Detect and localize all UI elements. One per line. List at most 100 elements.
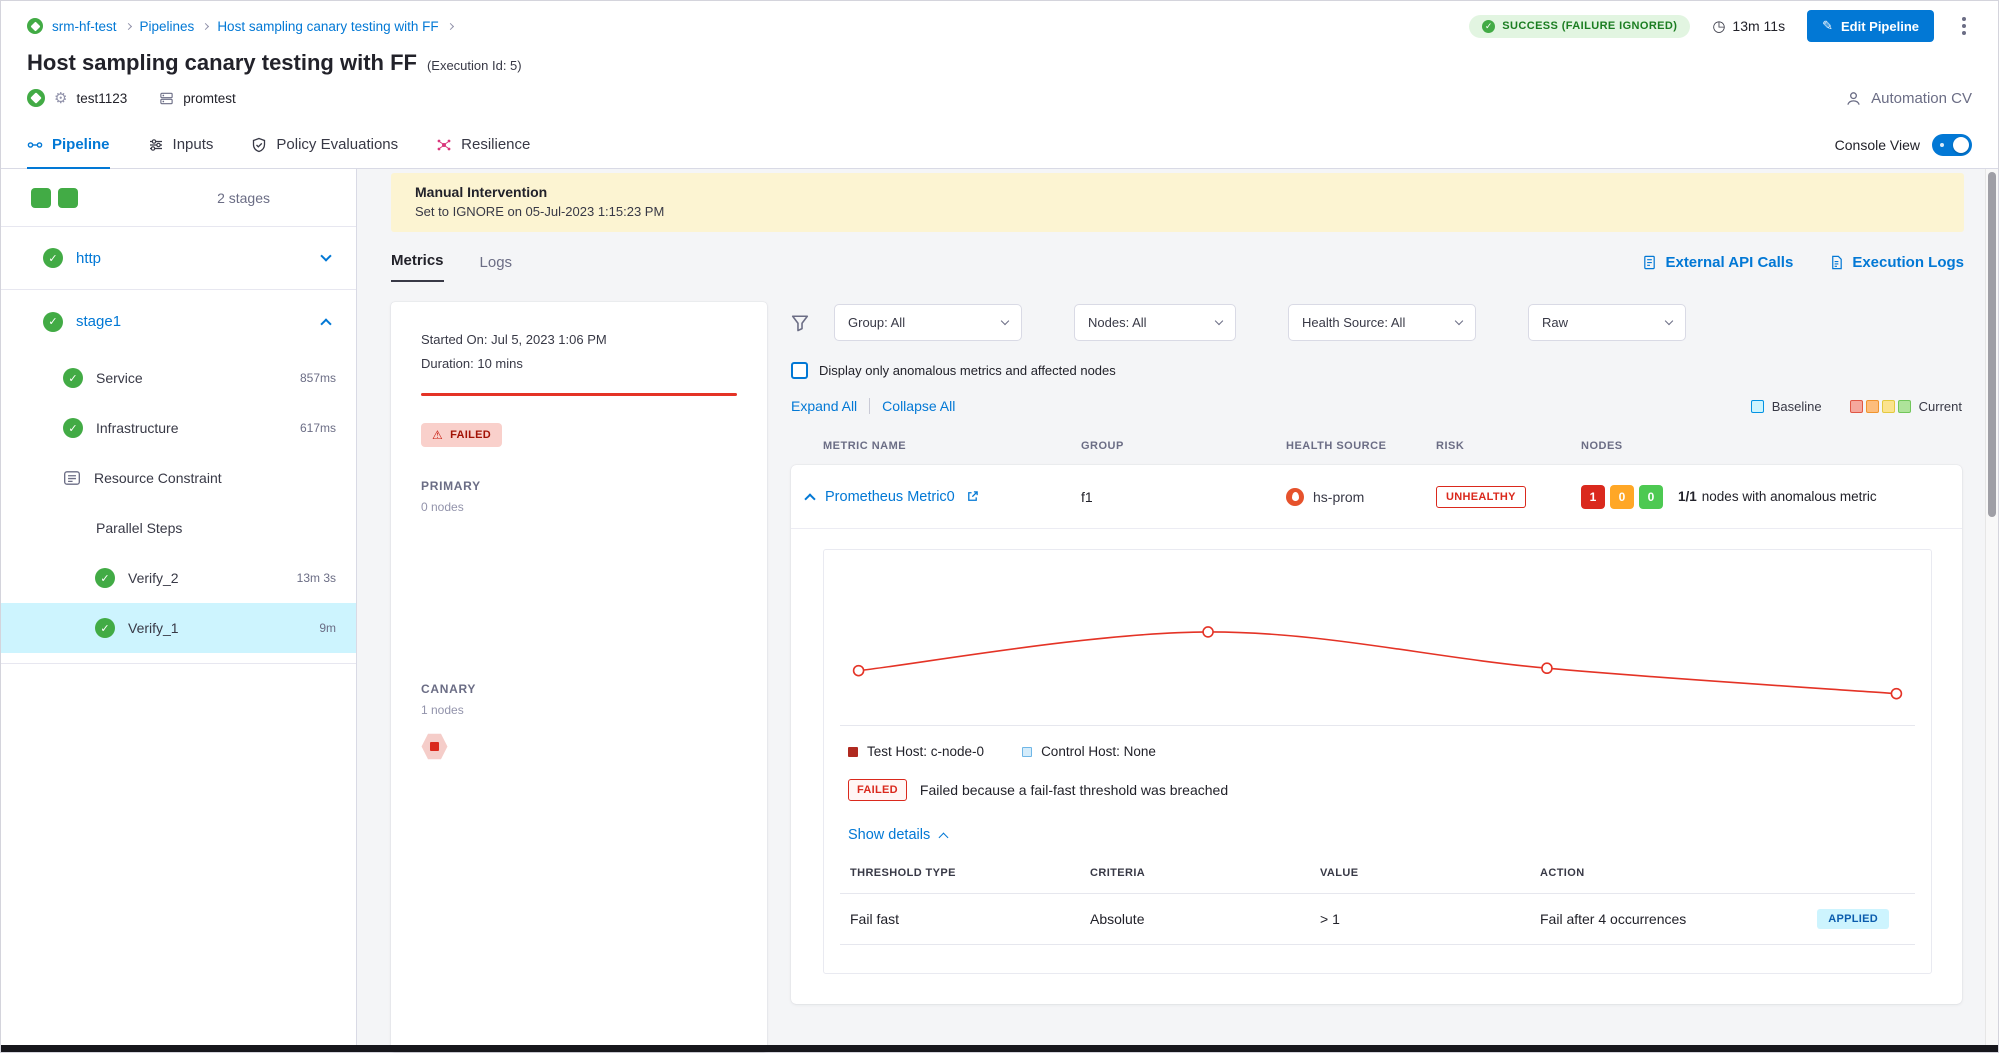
collapse-metric-icon[interactable] [804, 493, 815, 504]
value-cell: > 1 [1320, 911, 1540, 927]
anomalous-filter-row: Display only anomalous metrics and affec… [791, 362, 1962, 379]
anomalous-checkbox[interactable] [791, 362, 808, 379]
sidebar-step-parallel-steps[interactable]: Parallel Steps [1, 503, 356, 553]
expand-all-link[interactable]: Expand All [791, 398, 857, 414]
col-health-source: HEALTH SOURCE [1286, 440, 1436, 452]
chevron-up-icon[interactable] [320, 318, 331, 329]
prometheus-health-source-icon [1286, 488, 1304, 506]
tab-logs[interactable]: Logs [480, 254, 513, 282]
user-name: Automation CV [1871, 90, 1972, 107]
status-badge: ✓ SUCCESS (FAILURE IGNORED) [1469, 15, 1690, 38]
chevron-down-icon [1455, 317, 1463, 325]
breadcrumb-separator-icon [447, 22, 454, 29]
success-check-icon: ✓ [43, 248, 63, 268]
criteria-cell: Absolute [1090, 911, 1320, 927]
step-label: Resource Constraint [94, 470, 222, 486]
sidebar-step-infrastructure[interactable]: ✓ Infrastructure 617ms [1, 403, 356, 453]
content-body: Started On: Jul 5, 2023 1:06 PM Duration… [391, 302, 1962, 1052]
more-options-icon[interactable] [1956, 13, 1972, 39]
breadcrumb-pipeline-link[interactable]: Host sampling canary testing with FF [217, 19, 438, 34]
node-count-red[interactable]: 1 [1581, 485, 1605, 509]
nodes-filter-select[interactable]: Nodes: All [1074, 304, 1236, 341]
filter-row: Group: All Nodes: All Health Source: All… [791, 304, 1962, 341]
user-icon [1845, 90, 1862, 107]
canary-node-count: 1 nodes [421, 703, 737, 717]
breadcrumb-separator-icon [124, 22, 131, 29]
test-host-label: Test Host: c-node-0 [867, 744, 984, 759]
execution-id: (Execution Id: 5) [427, 58, 522, 73]
tab-metrics[interactable]: Metrics [391, 252, 444, 282]
execution-logs-link[interactable]: Execution Logs [1829, 254, 1964, 282]
success-check-icon: ✓ [95, 568, 115, 588]
metric-chart-box [840, 576, 1915, 726]
sidebar-step-verify-1[interactable]: ✓ Verify_1 9m [1, 603, 356, 653]
metric-name-link[interactable]: Prometheus Metric0 [825, 489, 955, 505]
page-title: Host sampling canary testing with FF [27, 50, 417, 76]
data-mode-select[interactable]: Raw [1528, 304, 1686, 341]
metrics-table-header: METRIC NAME GROUP HEALTH SOURCE RISK NOD… [791, 414, 1962, 465]
tab-pipeline[interactable]: Pipeline [27, 121, 110, 168]
manual-intervention-banner: Manual Intervention Set to IGNORE on 05-… [391, 173, 1964, 232]
execution-sidebar: 2 stages ✓ http ✓ stage1 ✓ Service 857ms [1, 169, 357, 1052]
sidebar-stage-stage1[interactable]: ✓ stage1 [1, 290, 356, 353]
breadcrumb-project-link[interactable]: srm-hf-test [52, 19, 117, 34]
step-duration: 9m [319, 621, 336, 635]
success-check-icon: ✓ [63, 368, 83, 388]
success-check-icon: ✓ [43, 312, 63, 332]
environment-name: promtest [183, 91, 236, 106]
title-row: Host sampling canary testing with FF (Ex… [27, 50, 1972, 76]
tab-resilience[interactable]: Resilience [436, 121, 530, 168]
show-details-link[interactable]: Show details [840, 827, 1915, 843]
primary-node-count: 0 nodes [421, 500, 737, 514]
risk-badge: UNHEALTHY [1436, 486, 1526, 508]
logs-doc-icon [1829, 255, 1844, 270]
header-actions: ✓ SUCCESS (FAILURE IGNORED) ◷ 13m 11s ✎ … [1469, 10, 1972, 42]
vertical-scrollbar[interactable] [1985, 169, 1998, 1045]
step-duration: 857ms [300, 371, 336, 385]
filter-icon[interactable] [791, 314, 809, 332]
edit-pipeline-button[interactable]: ✎ Edit Pipeline [1807, 10, 1934, 42]
tab-policy-evaluations[interactable]: Policy Evaluations [251, 121, 398, 168]
shield-check-icon [251, 137, 267, 153]
body: 2 stages ✓ http ✓ stage1 ✓ Service 857ms [1, 169, 1998, 1052]
health-source-filter-select[interactable]: Health Source: All [1288, 304, 1476, 341]
sidebar-step-service[interactable]: ✓ Service 857ms [1, 353, 356, 403]
sidebar-step-verify-2[interactable]: ✓ Verify_2 13m 3s [1, 553, 356, 603]
group-filter-select[interactable]: Group: All [834, 304, 1022, 341]
breadcrumb-separator-icon [202, 22, 209, 29]
canary-node-hexagon[interactable] [421, 733, 448, 760]
banner-title: Manual Intervention [415, 184, 1940, 200]
external-api-calls-link[interactable]: External API Calls [1642, 254, 1793, 282]
col-nodes: NODES [1581, 440, 1962, 452]
api-doc-icon [1642, 255, 1657, 270]
sidebar-step-resource-constraint[interactable]: Resource Constraint [1, 453, 356, 503]
triggered-by: Automation CV [1845, 90, 1972, 107]
content-tabs: Metrics Logs External API Calls Executio… [391, 252, 1964, 282]
banner-subtitle: Set to IGNORE on 05-Jul-2023 1:15:23 PM [415, 204, 1940, 219]
tab-inputs[interactable]: Inputs [148, 121, 214, 168]
collapse-all-link[interactable]: Collapse All [882, 398, 955, 414]
col-risk: RISK [1436, 440, 1581, 452]
divider [869, 398, 870, 414]
success-check-icon: ✓ [63, 418, 83, 438]
health-source-name: hs-prom [1313, 489, 1364, 505]
step-label: Infrastructure [96, 420, 178, 436]
console-view-label: Console View [1835, 137, 1920, 153]
stage-label: http [76, 250, 101, 267]
harness-module-icon [27, 18, 43, 34]
node-count-green[interactable]: 0 [1639, 485, 1663, 509]
col-criteria: CRITERIA [1090, 867, 1320, 879]
environment-icon [159, 91, 174, 106]
col-group: GROUP [1081, 440, 1286, 452]
chart-color-legend: Baseline Current [1751, 399, 1962, 414]
external-link-icon[interactable] [966, 490, 979, 503]
chevron-down-icon[interactable] [320, 250, 331, 261]
metric-detail-panel: Test Host: c-node-0 Control Host: None F… [823, 549, 1932, 974]
sidebar-stage-http[interactable]: ✓ http [1, 227, 356, 290]
breadcrumb-pipelines-link[interactable]: Pipelines [140, 19, 195, 34]
analysis-failed-badge: FAILED [848, 779, 907, 801]
console-view-toggle[interactable] [1932, 134, 1972, 156]
host-legend: Test Host: c-node-0 Control Host: None [840, 744, 1915, 759]
node-count-orange[interactable]: 0 [1610, 485, 1634, 509]
scrollbar-thumb[interactable] [1988, 172, 1996, 517]
